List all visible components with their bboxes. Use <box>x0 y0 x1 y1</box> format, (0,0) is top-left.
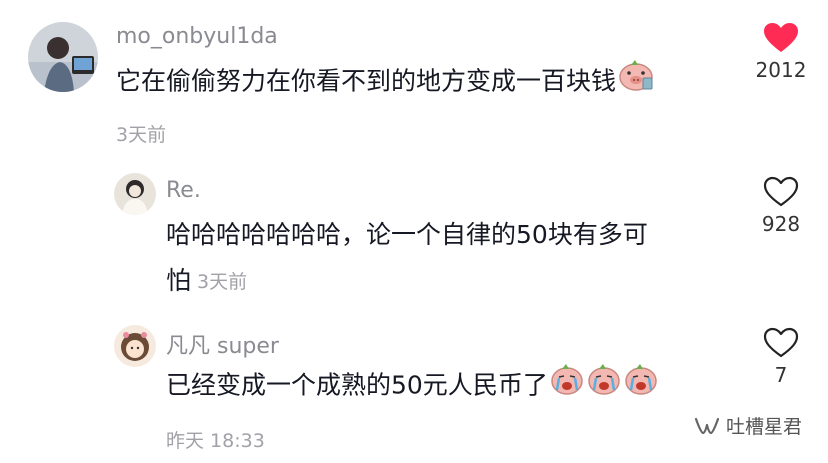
like-button[interactable]: 928 <box>746 176 816 236</box>
comment-text-line1: 哈哈哈哈哈哈哈，论一个自律的50块有多可 <box>166 220 648 249</box>
comment-text: 哈哈哈哈哈哈哈，论一个自律的50块有多可 怕 3天前 <box>166 212 648 305</box>
comment-text-body: 已经变成一个成熟的50元人民币了 <box>166 370 548 400</box>
like-button[interactable]: 7 <box>746 327 816 387</box>
comment-text-body: 它在偷偷努力在你看不到的地方变成一百块钱 <box>116 66 617 96</box>
avatar[interactable] <box>114 325 156 367</box>
comment-text: 已经变成一个成熟的50元人民币了 <box>166 362 662 411</box>
like-count: 928 <box>761 212 801 236</box>
like-button[interactable]: 2012 <box>746 22 816 82</box>
avatar[interactable] <box>28 22 98 92</box>
heart-filled-icon <box>764 23 798 52</box>
watermark-label: 吐槽星君 <box>725 416 802 438</box>
heart-outline-icon <box>763 327 799 358</box>
comment-text-line2-wrap: 怕 3天前 <box>166 258 648 305</box>
watermark: 吐槽星君 <box>694 412 802 439</box>
heart-outline-icon <box>763 176 799 207</box>
comment-username[interactable]: 凡凡 super <box>166 328 279 360</box>
comment-text-line2: 怕 <box>166 266 192 295</box>
avatar[interactable] <box>114 173 156 215</box>
comment-time: 3天前 <box>116 124 167 146</box>
like-count: 2012 <box>755 58 807 82</box>
comment-time: 昨天 18:33 <box>166 430 265 452</box>
comment-username[interactable]: Re. <box>166 178 201 203</box>
comment-username[interactable]: mo_onbyul1da <box>116 24 278 49</box>
crying-piggy-icon <box>550 362 662 411</box>
piggy-face-icon <box>618 58 654 107</box>
comment-time: 3天前 <box>197 271 248 293</box>
wechat-channel-icon <box>694 417 720 434</box>
comment-text: 它在偷偷努力在你看不到的地方变成一百块钱 <box>116 58 654 107</box>
like-count: 7 <box>774 363 788 387</box>
